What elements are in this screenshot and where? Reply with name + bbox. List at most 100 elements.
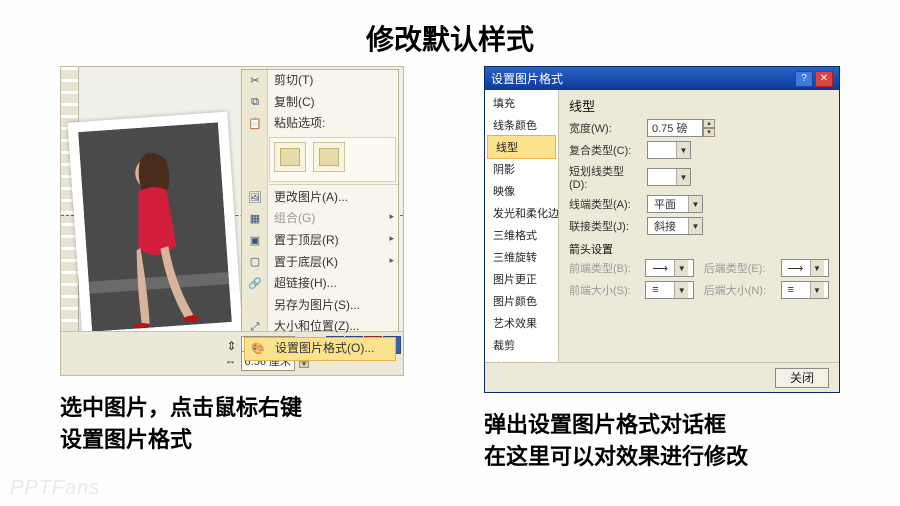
sidebar-item-3[interactable]: 阴影 (485, 158, 558, 180)
line-width-value[interactable]: 0.75 磅 (647, 119, 703, 137)
arrow-end-type-combo[interactable]: ⟶▼ (781, 259, 829, 277)
clipboard-icon: 📋 (247, 116, 263, 132)
chevron-right-icon: ▸ (389, 255, 394, 267)
menu-copy[interactable]: ⧉ 复制(C) (242, 92, 398, 114)
menu-save-as-picture[interactable]: 另存为图片(S)... (242, 295, 398, 317)
bring-front-icon: ▣ (247, 233, 263, 249)
menu-cut[interactable]: ✂ 剪切(T) (242, 70, 398, 92)
left-caption: 选中图片，点击鼠标右键 设置图片格式 (60, 392, 404, 456)
menu-hyperlink[interactable]: 🔗 超链接(H)... (242, 273, 398, 295)
dialog-footer: 关闭 (485, 362, 839, 392)
sidebar-item-7[interactable]: 三维旋转 (485, 246, 558, 268)
right-caption-line1: 弹出设置图片格式对话框 (484, 409, 840, 441)
sidebar-item-11[interactable]: 裁剪 (485, 334, 558, 356)
line-width-spinner[interactable]: 0.75 磅 ▴▾ (647, 119, 715, 137)
menu-copy-label: 复制(C) (274, 95, 315, 109)
sidebar-item-4[interactable]: 映像 (485, 180, 558, 202)
sidebar-item-9[interactable]: 图片颜色 (485, 290, 558, 312)
menu-format-picture[interactable]: 🎨 设置图片格式(O)... (244, 337, 396, 361)
watermark: PPTFans (10, 477, 100, 500)
sidebar-item-5[interactable]: 发光和柔化边缘 (485, 202, 558, 224)
sidebar-item-6[interactable]: 三维格式 (485, 224, 558, 246)
cap-label: 线端类型(A): (569, 196, 641, 212)
paste-option-2[interactable] (313, 142, 345, 172)
menu-change-picture-label: 更改图片(A)... (274, 190, 348, 204)
scissors-icon: ✂ (247, 73, 263, 89)
menu-group-label: 组合(G) (274, 211, 315, 225)
width-icon: ⇔ (225, 354, 237, 368)
left-screenshot: ✂ 剪切(T) ⧉ 复制(C) 📋 粘贴选项: 🖼 (60, 66, 404, 376)
menu-save-as-picture-label: 另存为图片(S)... (274, 298, 360, 312)
right-caption: 弹出设置图片格式对话框 在这里可以对效果进行修改 (484, 409, 840, 473)
sidebar-item-2[interactable]: 线型 (487, 135, 556, 159)
menu-format-picture-label: 设置图片格式(O)... (275, 341, 374, 355)
selected-picture[interactable] (68, 112, 243, 343)
help-button[interactable]: ? (795, 71, 813, 87)
join-type-combo[interactable]: 斜接 ▼ (647, 217, 703, 235)
cap-value: 平面 (648, 196, 688, 212)
spin-up-icon[interactable]: ▴ (703, 119, 715, 128)
picture-icon: 🖼 (247, 190, 263, 206)
right-column: 设置图片格式 ? ✕ 填充线条颜色线型阴影映像发光和柔化边缘三维格式三维旋转图片… (484, 66, 840, 473)
width-label: 宽度(W): (569, 120, 641, 136)
paste-option-1[interactable] (274, 142, 306, 172)
close-button[interactable]: 关闭 (775, 368, 829, 388)
left-column: ✂ 剪切(T) ⧉ 复制(C) 📋 粘贴选项: 🖼 (60, 66, 404, 473)
spin-down-icon[interactable]: ▾ (703, 128, 715, 137)
menu-paste-label: 粘贴选项: (274, 116, 325, 130)
dialog-main-panel: 线型 宽度(W): 0.75 磅 ▴▾ 复合类型(C): ▼ (559, 90, 839, 362)
menu-bring-front[interactable]: ▣ 置于顶层(R) ▸ (242, 230, 398, 252)
menu-hyperlink-label: 超链接(H)... (274, 276, 337, 290)
left-caption-line1: 选中图片，点击鼠标右键 (60, 392, 404, 424)
menu-send-back-label: 置于底层(K) (274, 255, 338, 269)
dialog-sidebar: 填充线条颜色线型阴影映像发光和柔化边缘三维格式三维旋转图片更正图片颜色艺术效果裁… (485, 90, 559, 362)
sidebar-item-0[interactable]: 填充 (485, 92, 558, 114)
person-placeholder-icon (78, 122, 232, 331)
send-back-icon: ▢ (247, 255, 263, 271)
left-caption-line2: 设置图片格式 (60, 424, 404, 456)
menu-change-picture[interactable]: 🖼 更改图片(A)... (242, 187, 398, 209)
format-icon: 🎨 (250, 341, 266, 357)
dialog-title-text: 设置图片格式 (491, 70, 563, 87)
join-label: 联接类型(J): (569, 218, 641, 234)
menu-cut-label: 剪切(T) (274, 73, 313, 87)
arrow-begin-type-combo[interactable]: ⟶▼ (645, 259, 693, 277)
paste-options-panel (269, 137, 396, 182)
chevron-down-icon[interactable]: ▼ (688, 218, 702, 234)
chevron-right-icon: ▸ (389, 233, 394, 245)
sidebar-item-10[interactable]: 艺术效果 (485, 312, 558, 334)
menu-size-position[interactable]: ⤢ 大小和位置(Z)... (242, 316, 398, 338)
copy-icon: ⧉ (247, 95, 263, 111)
format-picture-dialog: 设置图片格式 ? ✕ 填充线条颜色线型阴影映像发光和柔化边缘三维格式三维旋转图片… (484, 66, 840, 393)
chevron-right-icon: ▸ (389, 211, 394, 223)
sidebar-item-1[interactable]: 线条颜色 (485, 114, 558, 136)
arrow-end-size-combo[interactable]: ≡▼ (781, 281, 829, 299)
group-icon: ▦ (247, 211, 263, 227)
arrow-settings-grid: 前端类型(B): ⟶▼ 后端类型(E): ⟶▼ 前端大小(S): ≡▼ 后端大小… (569, 259, 829, 299)
compound-type-combo[interactable]: ▼ (647, 141, 691, 159)
arrow-heading: 箭头设置 (569, 241, 829, 257)
cap-type-combo[interactable]: 平面 ▼ (647, 195, 703, 213)
sidebar-item-8[interactable]: 图片更正 (485, 268, 558, 290)
context-menu: ✂ 剪切(T) ⧉ 复制(C) 📋 粘贴选项: 🖼 (241, 69, 399, 361)
menu-send-back[interactable]: ▢ 置于底层(K) ▸ (242, 252, 398, 274)
sidebar-item-12[interactable]: 大小 (485, 356, 558, 362)
join-value: 斜接 (648, 218, 688, 234)
panel-heading: 线型 (569, 96, 829, 115)
chevron-down-icon[interactable]: ▼ (676, 142, 690, 158)
menu-group: ▦ 组合(G) ▸ (242, 208, 398, 230)
arrow-begin-size-label: 前端大小(S): (569, 282, 635, 298)
arrow-begin-type-label: 前端类型(B): (569, 260, 635, 276)
dash-type-combo[interactable]: ▼ (647, 168, 691, 186)
menu-bring-front-label: 置于顶层(R) (274, 233, 339, 247)
dash-label: 短划线类型(D): (569, 163, 641, 191)
chevron-down-icon[interactable]: ▼ (688, 196, 702, 212)
menu-size-position-label: 大小和位置(Z)... (274, 319, 359, 333)
slide-title: 修改默认样式 (0, 0, 900, 66)
menu-paste-header: 📋 粘贴选项: (242, 113, 398, 135)
chevron-down-icon[interactable]: ▼ (676, 169, 690, 185)
close-icon[interactable]: ✕ (815, 71, 833, 87)
arrow-begin-size-combo[interactable]: ≡▼ (645, 281, 693, 299)
arrow-end-size-label: 后端大小(N): (704, 282, 771, 298)
link-icon: 🔗 (247, 276, 263, 292)
